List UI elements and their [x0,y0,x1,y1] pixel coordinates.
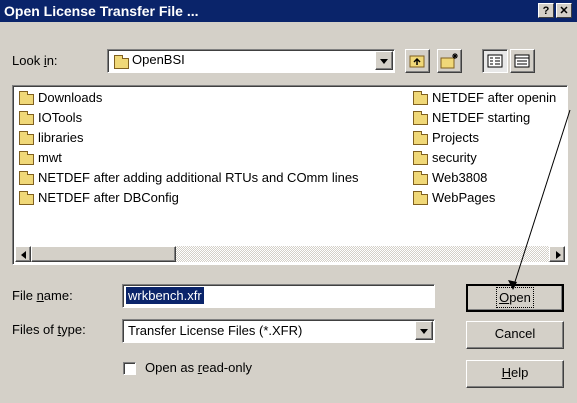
readonly-checkbox[interactable] [123,362,136,375]
file-type-select[interactable]: Transfer License Files (*.XFR) [122,319,435,343]
up-folder-icon [409,55,425,68]
help-title-button[interactable]: ? [538,3,554,18]
chevron-right-icon [556,251,561,259]
folder-icon [19,151,34,165]
folder-icon [413,131,428,145]
folder-icon [114,55,129,69]
details-view-icon [514,54,530,68]
cancel-button[interactable]: Cancel [466,321,564,349]
folder-icon [19,171,34,185]
look-in-dropdown-button[interactable] [375,51,393,70]
list-item-label: libraries [38,130,84,145]
chevron-left-icon [21,251,26,259]
list-item-label: mwt [38,150,62,165]
folder-icon [413,91,428,105]
folder-icon [19,91,34,105]
details-view-button[interactable] [510,49,535,73]
folder-icon [413,171,428,185]
file-name-label: File name: [12,288,73,303]
folder-icon [19,191,34,205]
help-button[interactable]: Help [466,360,564,388]
file-name-input[interactable]: wrkbench.xfr [122,284,435,308]
list-item-label: Projects [432,130,479,145]
list-item-label: WebPages [432,190,496,205]
file-list[interactable]: Downloads IOTools libraries mwt NETDEF a… [12,85,568,265]
list-item[interactable]: NETDEF after openin [413,90,565,106]
open-button-label: Open [496,287,534,308]
folder-icon [413,111,428,125]
folder-icon [19,111,34,125]
list-item-label: NETDEF after adding additional RTUs and … [38,170,359,185]
scroll-right-button[interactable] [549,246,565,262]
close-title-button[interactable]: ✕ [556,3,572,18]
list-view-button[interactable] [482,49,508,73]
help-button-label: Help [501,365,529,380]
look-in-combo[interactable]: OpenBSI [107,49,395,73]
list-view-icon [487,54,503,68]
folder-icon [413,191,428,205]
list-item-label: Web3808 [432,170,488,185]
folder-icon [413,151,428,165]
scrollbar-thumb[interactable] [31,246,176,262]
file-type-value: Transfer License Files (*.XFR) [128,323,303,338]
list-item-label: IOTools [38,110,83,125]
look-in-label: Look in: [12,53,58,68]
list-item-label: security [432,150,477,165]
new-folder-icon [440,53,458,69]
file-type-label: Files of type: [12,322,86,337]
up-one-level-button[interactable] [405,49,430,73]
chevron-down-icon [420,329,428,334]
readonly-label: Open as read-only [145,360,252,375]
look-in-value: OpenBSI [132,52,185,67]
horizontal-scrollbar[interactable] [15,246,565,262]
file-type-dropdown-button[interactable] [415,321,433,340]
new-folder-button[interactable] [437,49,462,73]
scroll-left-button[interactable] [15,246,31,262]
chevron-down-icon [380,59,388,64]
list-item-label: NETDEF after DBConfig [38,190,179,205]
list-item-label: NETDEF starting [432,110,531,125]
window-title: Open License Transfer File ... [4,3,199,19]
folder-icon [19,131,34,145]
file-name-value: wrkbench.xfr [126,287,204,304]
title-bar: Open License Transfer File ... ? ✕ [0,0,577,22]
list-item-label: Downloads [38,90,103,105]
list-item-label: NETDEF after openin [432,90,557,105]
open-button[interactable]: Open [466,284,564,312]
